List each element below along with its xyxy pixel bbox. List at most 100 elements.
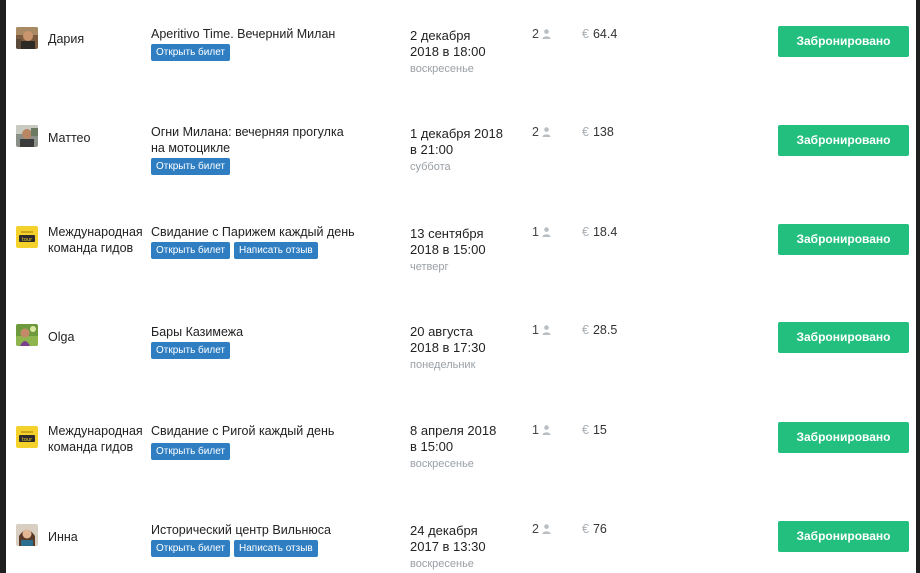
guide-name[interactable]: Инна — [48, 529, 158, 545]
date-line-1: 8 апреля 2018 — [410, 423, 497, 438]
open-ticket-button[interactable]: Открыть билет — [151, 342, 231, 359]
tour-title[interactable]: Свидание с Парижем каждый день — [151, 224, 401, 240]
guide-avatar[interactable] — [16, 27, 38, 49]
tour-title[interactable]: Aperitivo Time. Вечерний Милан — [151, 26, 401, 42]
guide-name-line: Дария — [48, 32, 85, 46]
booking-date: 1 декабря 2018 в 21:00 суббота — [410, 126, 520, 174]
weekday: воскресенье — [410, 458, 474, 470]
currency-symbol: € — [582, 323, 589, 337]
svg-text:tour: tour — [22, 437, 33, 443]
open-ticket-button[interactable]: Открыть билет — [151, 242, 231, 259]
booking-row: Инна Исторический центр Вильнюса Открыть… — [6, 500, 916, 573]
people-count-value: 1 — [532, 323, 539, 337]
people-count-value: 1 — [532, 225, 539, 239]
date-line-2: в 15:00 — [410, 439, 454, 454]
currency-symbol: € — [582, 423, 589, 437]
guide-avatar[interactable]: tour — [16, 426, 38, 448]
booked-button[interactable]: Забронировано — [778, 322, 909, 353]
date-line-1: 24 декабря — [410, 523, 478, 538]
date-line-1: 2 декабря — [410, 28, 471, 43]
open-ticket-button[interactable]: Открыть билет — [151, 158, 231, 175]
tour-info: Огни Милана: вечерняя прогулка на мотоци… — [151, 124, 401, 175]
tour-title[interactable]: Свидание с Ригой каждый день — [151, 423, 401, 439]
booked-button[interactable]: Забронировано — [778, 26, 909, 57]
guide-name[interactable]: Дария — [48, 31, 158, 47]
price-value: 138 — [592, 125, 614, 139]
booking-date: 20 августа 2018 в 17:30 понедельник — [410, 324, 520, 372]
bookings-panel: Дария Aperitivo Time. Вечерний Милан Отк… — [6, 0, 916, 573]
date-line-1: 13 сентября — [410, 226, 484, 241]
booked-button[interactable]: Забронировано — [778, 224, 909, 255]
guide-avatar[interactable] — [16, 324, 38, 346]
booking-row: Дария Aperitivo Time. Вечерний Милан Отк… — [6, 0, 916, 100]
guide-name-line: Международная — [48, 424, 143, 438]
booked-button[interactable]: Забронировано — [778, 125, 909, 156]
write-review-button[interactable]: Написать отзыв — [234, 540, 318, 557]
date-line-2: 2017 в 13:30 — [410, 539, 486, 554]
tour-title[interactable]: Исторический центр Вильнюса — [151, 522, 401, 538]
tour-info: Бары Казимежа Открыть билет — [151, 324, 401, 359]
date-line-2: 2018 в 18:00 — [410, 44, 486, 59]
guide-avatar[interactable] — [16, 125, 38, 147]
price-value: 76 — [592, 522, 607, 536]
people-count: 2 — [532, 521, 551, 537]
guide-name-line: Международная — [48, 225, 143, 239]
booking-date: 2 декабря 2018 в 18:00 воскресенье — [410, 28, 520, 76]
guide-name-line: команда гидов — [48, 241, 134, 255]
people-count-value: 2 — [532, 522, 539, 536]
guide-name[interactable]: Международная команда гидов — [48, 224, 158, 256]
booking-date: 8 апреля 2018 в 15:00 воскресенье — [410, 423, 520, 471]
people-count: 1 — [532, 322, 551, 338]
people-count: 1 — [532, 224, 551, 240]
booking-row: Olga Бары Казимежа Открыть билет 20 авгу… — [6, 300, 916, 400]
person-icon — [542, 227, 551, 237]
guide-name-line: Маттео — [48, 131, 91, 145]
currency-symbol: € — [582, 522, 589, 536]
guide-name[interactable]: Olga — [48, 329, 158, 345]
open-ticket-button[interactable]: Открыть билет — [151, 540, 231, 557]
currency-symbol: € — [582, 225, 589, 239]
booked-button[interactable]: Забронировано — [778, 422, 909, 453]
weekday: воскресенье — [410, 558, 474, 570]
person-icon — [542, 127, 551, 137]
price: €28.5 — [582, 322, 617, 338]
write-review-button[interactable]: Написать отзыв — [234, 242, 318, 259]
tour-info: Свидание с Парижем каждый день Открыть б… — [151, 224, 401, 259]
open-ticket-button[interactable]: Открыть билет — [151, 443, 231, 460]
price: €15 — [582, 422, 607, 438]
person-icon — [542, 29, 551, 39]
booking-row: Маттео Огни Милана: вечерняя прогулка на… — [6, 100, 916, 200]
people-count: 1 — [532, 422, 551, 438]
people-count-value: 2 — [532, 125, 539, 139]
tour-info: Свидание с Ригой каждый день Открыть бил… — [151, 423, 401, 460]
guide-name[interactable]: Международная команда гидов — [48, 423, 158, 455]
booked-button[interactable]: Забронировано — [778, 521, 909, 552]
price-value: 15 — [592, 423, 607, 437]
open-ticket-button[interactable]: Открыть билет — [151, 44, 231, 61]
date-line-2: 2018 в 17:30 — [410, 340, 486, 355]
booking-row: tour Международная команда гидов Свидани… — [6, 400, 916, 500]
tour-info: Исторический центр Вильнюса Открыть биле… — [151, 522, 401, 557]
people-count-value: 1 — [532, 423, 539, 437]
person-icon — [542, 425, 551, 435]
price: €18.4 — [582, 224, 617, 240]
price-value: 28.5 — [592, 323, 618, 337]
booking-date: 13 сентября 2018 в 15:00 четверг — [410, 226, 520, 274]
guide-name-line: Инна — [48, 530, 78, 544]
guide-avatar[interactable]: tour — [16, 226, 38, 248]
date-line-2: 2018 в 15:00 — [410, 242, 486, 257]
tour-title[interactable]: Бары Казимежа — [151, 324, 401, 340]
price: €138 — [582, 124, 614, 140]
price-value: 64.4 — [592, 27, 618, 41]
people-count: 2 — [532, 124, 551, 140]
tour-title[interactable]: Огни Милана: вечерняя прогулка на мотоци… — [151, 124, 356, 156]
person-icon — [542, 524, 551, 534]
weekday: суббота — [410, 161, 451, 173]
date-line-2: в 21:00 — [410, 142, 454, 157]
guide-avatar[interactable] — [16, 524, 38, 546]
price: €76 — [582, 521, 607, 537]
weekday: воскресенье — [410, 63, 474, 75]
booking-date: 24 декабря 2017 в 13:30 воскресенье — [410, 523, 520, 571]
guide-name[interactable]: Маттео — [48, 130, 158, 146]
date-line-1: 20 августа — [410, 324, 473, 339]
